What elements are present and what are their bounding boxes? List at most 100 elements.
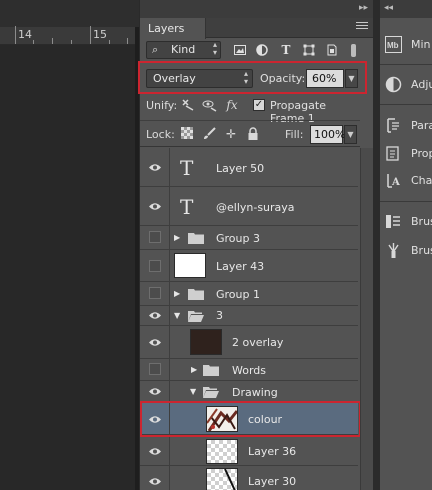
open-folder-icon xyxy=(203,387,219,398)
tab-layers[interactable]: Layers xyxy=(140,18,206,39)
properties-icon xyxy=(386,146,399,161)
collapse-arrow-icon[interactable]: ▼ xyxy=(174,311,180,320)
eye-visibility-icon[interactable] xyxy=(148,163,162,172)
filter-toggle[interactable] xyxy=(351,44,356,57)
type-filter-icon[interactable]: T xyxy=(280,44,292,56)
dock-item-label: Brus xyxy=(411,244,432,257)
visibility-toggle[interactable] xyxy=(149,231,161,243)
layer-group-row[interactable]: ▶ Group 1 xyxy=(140,282,358,306)
layers-list: T Layer 50 T @ellyn-suraya ▶ Group 3 Lay… xyxy=(140,148,360,490)
expand-arrow-icon[interactable]: ▶ xyxy=(174,233,180,242)
search-icon: ⌕ xyxy=(152,43,159,56)
layer-group-row[interactable]: ▼ Drawing xyxy=(140,381,358,403)
dock-item-adjustments[interactable]: Adju xyxy=(380,72,432,98)
panel-menu-icon[interactable] xyxy=(356,22,368,32)
smart-object-filter-icon[interactable] xyxy=(326,44,338,56)
lock-label: Lock: xyxy=(146,128,175,141)
layer-row[interactable]: Layer 43 xyxy=(140,250,358,282)
ruler-label: 15 xyxy=(93,28,107,41)
layers-scrollbar[interactable] xyxy=(360,148,374,490)
folder-icon xyxy=(188,289,204,300)
chevron-updown-icon: ▴ ▾ xyxy=(212,40,217,57)
unify-label: Unify: xyxy=(146,99,178,112)
layer-name: Group 3 xyxy=(216,232,260,245)
blend-mode-select[interactable]: Overlay ▴ ▾ xyxy=(146,69,253,88)
unify-style-icon[interactable]: fx xyxy=(224,97,240,113)
fill-field[interactable]: 100% xyxy=(310,125,345,144)
horizontal-ruler[interactable]: 14 15 xyxy=(0,26,137,45)
layer-name: 2 overlay xyxy=(232,336,284,349)
layer-group-row[interactable]: ▶ Words xyxy=(140,359,358,381)
unify-position-icon[interactable] xyxy=(180,97,196,113)
lock-position-move-icon[interactable]: ✛ xyxy=(224,127,238,141)
fill-dropdown-button[interactable]: ▼ xyxy=(344,125,357,144)
dock-item-paragraph[interactable]: Para xyxy=(380,113,432,139)
eye-visibility-icon[interactable] xyxy=(148,311,162,320)
dock-item-label: Brus xyxy=(411,215,432,228)
opacity-field[interactable]: 60% xyxy=(306,69,344,88)
dock-item-properties[interactable]: Prop xyxy=(380,141,432,167)
filter-kind-select[interactable]: ⌕ Kind ▴ ▾ xyxy=(146,41,221,59)
folder-icon xyxy=(203,365,219,376)
layer-thumbnail xyxy=(190,329,222,355)
shape-filter-icon[interactable] xyxy=(303,44,315,56)
lock-transparency-icon[interactable] xyxy=(180,127,194,141)
layer-name: Layer 43 xyxy=(216,260,265,273)
expand-arrow-icon[interactable]: ▶ xyxy=(191,365,197,374)
expand-arrow-icon[interactable]: ▶ xyxy=(174,289,180,298)
visibility-toggle[interactable] xyxy=(149,363,161,375)
layer-name: colour xyxy=(248,413,283,426)
dock-item-brush[interactable]: Brus xyxy=(380,209,432,235)
layer-row[interactable]: Layer 30 xyxy=(140,466,358,490)
dock-item-label: Adju xyxy=(411,78,432,91)
eye-visibility-icon[interactable] xyxy=(148,415,162,424)
propagate-frame-checkbox[interactable]: ✓ xyxy=(253,99,265,111)
layer-group-row[interactable]: ▼ 3 xyxy=(140,306,358,326)
eye-visibility-icon[interactable] xyxy=(148,338,162,347)
layer-group-row[interactable]: ▶ Group 3 xyxy=(140,226,358,250)
opacity-dropdown-button[interactable]: ▼ xyxy=(345,69,358,88)
filter-kind-label: Kind xyxy=(171,43,196,56)
eye-visibility-icon[interactable] xyxy=(148,447,162,456)
brush-presets-icon xyxy=(388,243,399,258)
layer-name: Group 1 xyxy=(216,288,260,301)
mini-bridge-icon: Mb xyxy=(385,36,402,53)
svg-text:A: A xyxy=(391,177,400,188)
blend-mode-value: Overlay xyxy=(153,72,196,85)
dock-item-brush-presets[interactable]: Brus xyxy=(380,238,432,264)
dock-item-mini-bridge[interactable]: Mb Min xyxy=(380,32,432,58)
collapse-arrow-icon[interactable]: ▼ xyxy=(190,387,196,396)
layer-name: Drawing xyxy=(232,386,278,399)
ruler-label: 14 xyxy=(18,28,32,41)
adjustment-filter-icon[interactable] xyxy=(256,44,268,56)
dock-item-character[interactable]: A Cha xyxy=(380,168,432,194)
dock-item-label: Min xyxy=(411,38,431,51)
visibility-toggle[interactable] xyxy=(149,287,161,299)
dock-gap xyxy=(373,0,380,490)
unify-visibility-icon[interactable] xyxy=(202,97,218,113)
document-canvas[interactable]: 14 15 xyxy=(0,0,140,490)
dock-item-label: Cha xyxy=(411,174,432,187)
layer-filter-row: ⌕ Kind ▴ ▾ T xyxy=(140,40,360,62)
type-layer-icon: T xyxy=(180,156,194,180)
expand-arrows-icon[interactable]: ◂◂ xyxy=(384,3,393,13)
eye-visibility-icon[interactable] xyxy=(148,387,162,396)
lock-pixels-brush-icon[interactable] xyxy=(202,127,216,141)
layer-row-selected[interactable]: colour xyxy=(140,403,358,435)
canvas-top-area xyxy=(0,0,140,27)
pixel-layer-filter-icon[interactable] xyxy=(234,44,246,56)
collapsed-panel-dock: ◂◂ Mb Min Adju Para Prop A Cha Brus Brus xyxy=(380,0,432,490)
eye-visibility-icon[interactable] xyxy=(148,202,162,211)
unify-row: Unify: fx ✓ Propagate Frame 1 xyxy=(140,94,360,125)
layer-row[interactable]: 2 overlay xyxy=(140,326,358,359)
layer-thumbnail xyxy=(206,468,238,490)
type-layer-icon: T xyxy=(180,195,194,219)
collapse-arrows-icon[interactable]: ▸▸ xyxy=(359,3,368,13)
visibility-toggle[interactable] xyxy=(149,260,161,272)
layer-row[interactable]: Layer 36 xyxy=(140,437,358,466)
lock-all-icon[interactable] xyxy=(246,127,260,141)
eye-visibility-icon[interactable] xyxy=(148,477,162,486)
layer-row[interactable]: T Layer 50 xyxy=(140,148,358,187)
folder-icon xyxy=(188,233,204,244)
layer-row[interactable]: T @ellyn-suraya xyxy=(140,187,358,226)
